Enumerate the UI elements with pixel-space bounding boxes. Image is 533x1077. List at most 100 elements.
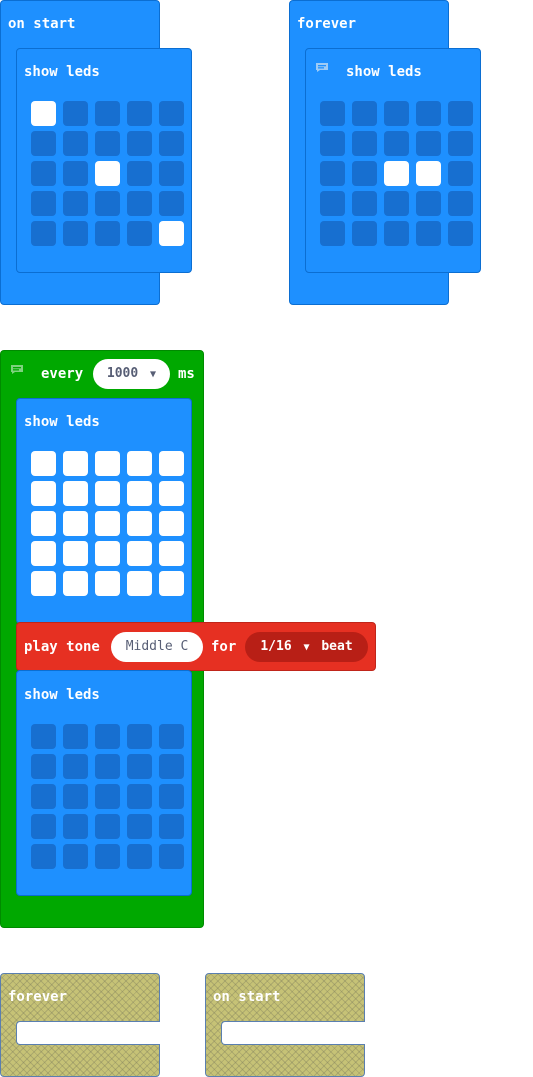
led-cell[interactable] xyxy=(31,754,56,779)
led-cell[interactable] xyxy=(95,814,120,839)
comment-icon[interactable] xyxy=(315,62,329,73)
led-cell[interactable] xyxy=(31,571,56,596)
led-cell[interactable] xyxy=(95,754,120,779)
led-cell[interactable] xyxy=(159,481,184,506)
led-cell[interactable] xyxy=(31,814,56,839)
led-cell[interactable] xyxy=(384,221,409,246)
led-cell[interactable] xyxy=(95,511,120,536)
led-cell[interactable] xyxy=(159,724,184,749)
led-cell[interactable] xyxy=(416,221,441,246)
led-cell[interactable] xyxy=(31,221,56,246)
led-cell[interactable] xyxy=(95,131,120,156)
led-cell[interactable] xyxy=(63,571,88,596)
led-cell[interactable] xyxy=(63,784,88,809)
led-cell[interactable] xyxy=(95,541,120,566)
led-cell[interactable] xyxy=(159,814,184,839)
led-cell[interactable] xyxy=(63,191,88,216)
led-cell[interactable] xyxy=(31,784,56,809)
led-cell[interactable] xyxy=(320,101,345,126)
led-cell[interactable] xyxy=(31,191,56,216)
led-cell[interactable] xyxy=(31,724,56,749)
led-cell[interactable] xyxy=(159,541,184,566)
led-cell[interactable] xyxy=(352,221,377,246)
led-cell[interactable] xyxy=(95,191,120,216)
led-cell[interactable] xyxy=(352,131,377,156)
led-cell[interactable] xyxy=(416,131,441,156)
led-cell[interactable] xyxy=(63,221,88,246)
led-cell[interactable] xyxy=(159,451,184,476)
led-cell[interactable] xyxy=(63,814,88,839)
led-cell[interactable] xyxy=(159,784,184,809)
led-cell[interactable] xyxy=(127,101,152,126)
led-cell[interactable] xyxy=(31,481,56,506)
led-cell[interactable] xyxy=(159,161,184,186)
led-cell[interactable] xyxy=(127,724,152,749)
led-cell[interactable] xyxy=(31,101,56,126)
led-cell[interactable] xyxy=(31,161,56,186)
led-cell[interactable] xyxy=(320,161,345,186)
led-cell[interactable] xyxy=(448,191,473,216)
led-cell[interactable] xyxy=(63,844,88,869)
led-cell[interactable] xyxy=(159,571,184,596)
comment-icon[interactable] xyxy=(10,364,24,375)
led-cell[interactable] xyxy=(384,161,409,186)
led-cell[interactable] xyxy=(320,131,345,156)
led-cell[interactable] xyxy=(63,754,88,779)
led-cell[interactable] xyxy=(448,131,473,156)
led-cell[interactable] xyxy=(127,754,152,779)
led-cell[interactable] xyxy=(95,451,120,476)
led-cell[interactable] xyxy=(95,161,120,186)
note-input[interactable]: Middle C xyxy=(111,632,203,662)
led-cell[interactable] xyxy=(127,131,152,156)
interval-dropdown[interactable]: 1000 ▼ xyxy=(93,359,170,389)
led-cell[interactable] xyxy=(127,191,152,216)
led-cell[interactable] xyxy=(384,191,409,216)
led-cell[interactable] xyxy=(95,784,120,809)
led-cell[interactable] xyxy=(384,101,409,126)
led-cell[interactable] xyxy=(159,221,184,246)
led-cell[interactable] xyxy=(95,481,120,506)
led-cell[interactable] xyxy=(31,131,56,156)
led-cell[interactable] xyxy=(31,451,56,476)
led-cell[interactable] xyxy=(448,101,473,126)
led-cell[interactable] xyxy=(127,784,152,809)
led-cell[interactable] xyxy=(416,191,441,216)
led-cell[interactable] xyxy=(159,754,184,779)
led-cell[interactable] xyxy=(352,161,377,186)
led-cell[interactable] xyxy=(127,481,152,506)
led-cell[interactable] xyxy=(159,101,184,126)
led-cell[interactable] xyxy=(352,101,377,126)
led-cell[interactable] xyxy=(320,221,345,246)
led-cell[interactable] xyxy=(31,541,56,566)
led-cell[interactable] xyxy=(127,541,152,566)
led-cell[interactable] xyxy=(127,161,152,186)
led-cell[interactable] xyxy=(31,844,56,869)
led-cell[interactable] xyxy=(159,131,184,156)
led-cell[interactable] xyxy=(159,191,184,216)
led-cell[interactable] xyxy=(127,844,152,869)
led-cell[interactable] xyxy=(63,161,88,186)
led-cell[interactable] xyxy=(416,161,441,186)
led-cell[interactable] xyxy=(63,131,88,156)
led-cell[interactable] xyxy=(384,131,409,156)
led-cell[interactable] xyxy=(320,191,345,216)
led-cell[interactable] xyxy=(127,511,152,536)
led-cell[interactable] xyxy=(95,101,120,126)
led-cell[interactable] xyxy=(95,221,120,246)
led-cell[interactable] xyxy=(31,511,56,536)
led-cell[interactable] xyxy=(448,161,473,186)
led-cell[interactable] xyxy=(63,451,88,476)
led-cell[interactable] xyxy=(159,844,184,869)
led-cell[interactable] xyxy=(95,571,120,596)
led-cell[interactable] xyxy=(127,221,152,246)
led-cell[interactable] xyxy=(416,101,441,126)
led-cell[interactable] xyxy=(352,191,377,216)
led-cell[interactable] xyxy=(63,541,88,566)
led-cell[interactable] xyxy=(448,221,473,246)
led-cell[interactable] xyxy=(159,511,184,536)
led-cell[interactable] xyxy=(127,814,152,839)
led-cell[interactable] xyxy=(63,481,88,506)
duration-dropdown[interactable]: 1/16 ▼ beat xyxy=(245,632,368,662)
led-cell[interactable] xyxy=(127,451,152,476)
led-cell[interactable] xyxy=(63,511,88,536)
